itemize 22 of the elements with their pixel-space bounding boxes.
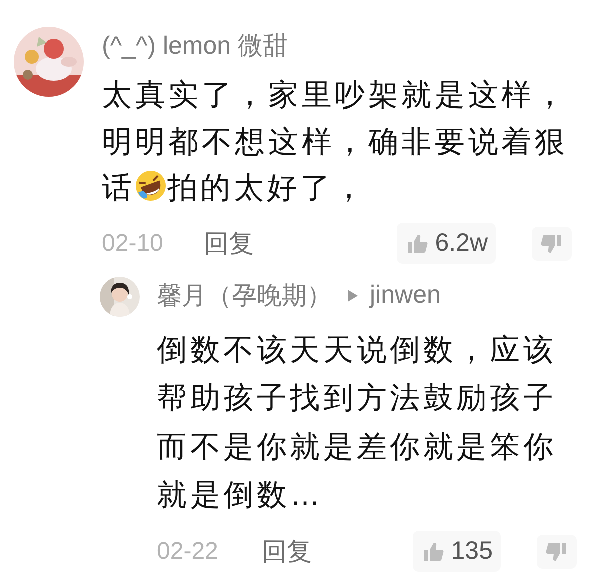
laughing-emoji-icon bbox=[135, 170, 168, 202]
comment-text: 太真实了，家里吵架就是这样， bbox=[102, 78, 570, 114]
thumbs-up-icon bbox=[405, 232, 430, 254]
thumbs-up-icon bbox=[421, 540, 446, 562]
play-icon bbox=[348, 290, 358, 302]
reply-link[interactable]: 回复 bbox=[262, 535, 312, 568]
comment-text: 拍的太好了， bbox=[167, 172, 368, 205]
comment-text: 话 bbox=[102, 172, 136, 205]
user-name: (^_^) lemon 微甜 bbox=[102, 30, 288, 62]
dislike-button[interactable] bbox=[537, 534, 577, 568]
comment-text: 明明都不想这样，确非要说着狠 bbox=[102, 124, 570, 160]
comment-date: 02-10 bbox=[102, 230, 164, 258]
comment-date: 02-22 bbox=[157, 538, 220, 566]
thumbs-down-icon bbox=[540, 232, 564, 254]
thumbs-down-icon bbox=[545, 540, 569, 562]
user-name: 馨月（孕晚期） bbox=[157, 281, 332, 312]
like-button[interactable]: 6.2w bbox=[397, 223, 496, 264]
dislike-button[interactable] bbox=[532, 226, 572, 260]
comment-text: 倒数不该天天说倒数，应该帮助孩子找到方法鼓励孩子而不是你就是差你就是笨你就是倒数… bbox=[157, 332, 558, 514]
reply-link[interactable]: 回复 bbox=[204, 227, 254, 260]
like-button[interactable]: 135 bbox=[413, 531, 501, 572]
user-name: jinwen bbox=[370, 281, 441, 310]
